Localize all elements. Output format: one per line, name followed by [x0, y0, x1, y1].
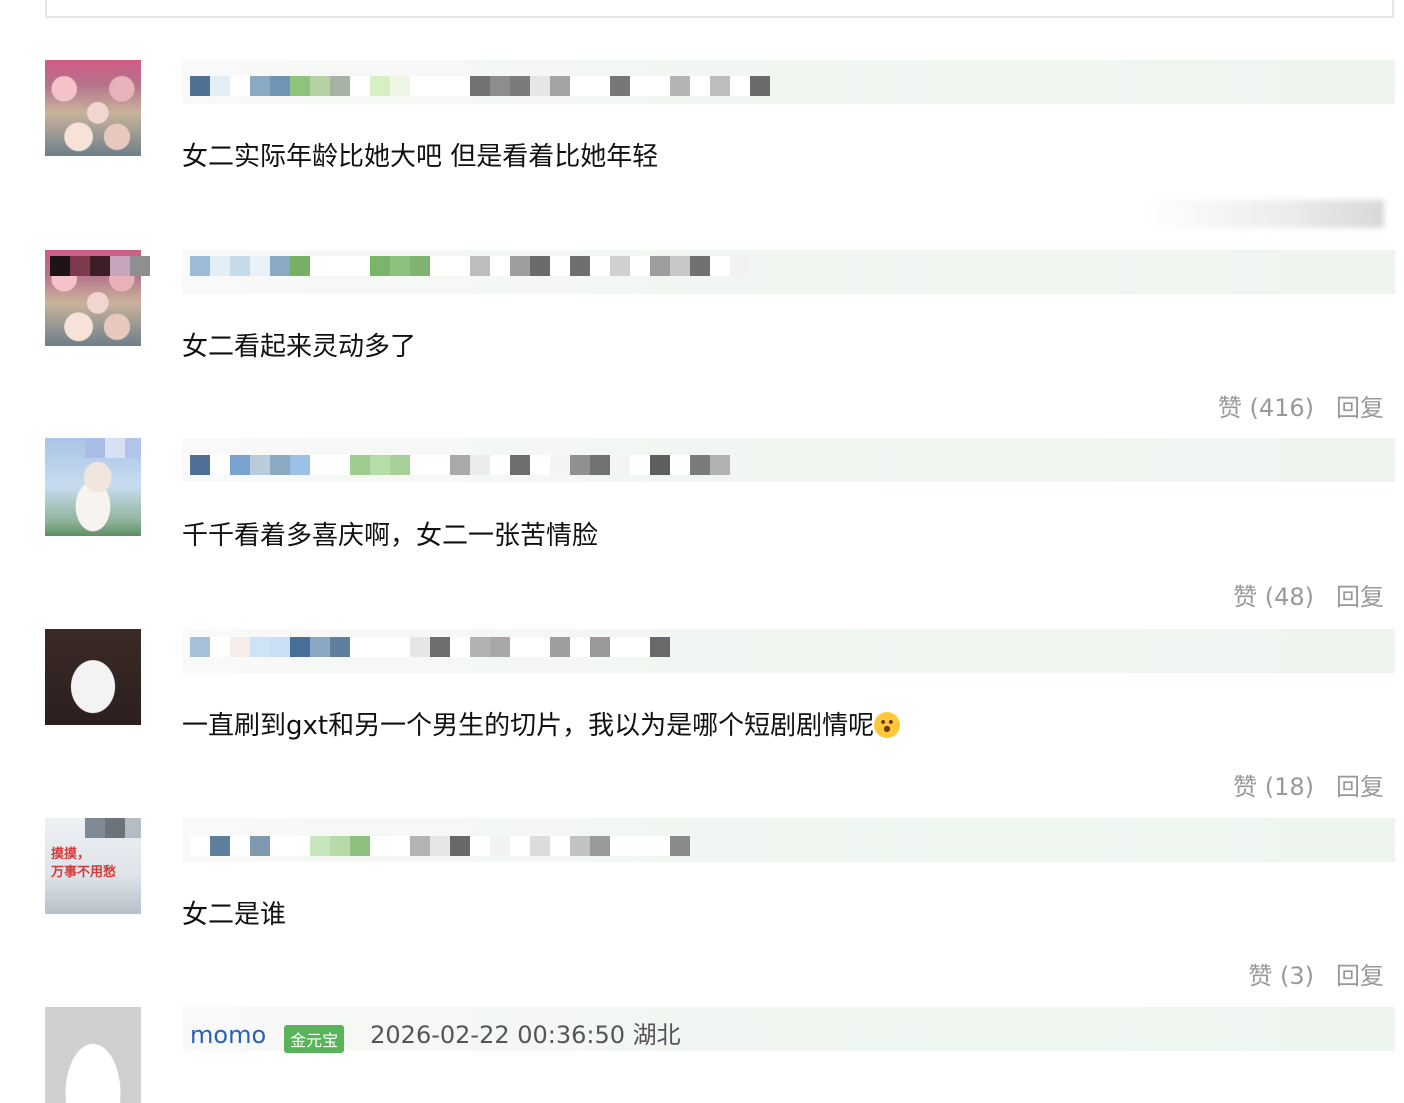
avatar-sign-text: 摸摸， 万事不用愁: [51, 847, 117, 880]
comment-text: 女二是谁: [182, 900, 287, 930]
reply-button[interactable]: 回复: [1336, 767, 1384, 802]
like-button[interactable]: 赞 (48): [1233, 577, 1314, 612]
username-mosaic: [190, 455, 730, 475]
reply-button[interactable]: 回复: [1336, 577, 1384, 612]
user-avatar[interactable]: [45, 629, 141, 725]
comment-actions-redacted: [1144, 200, 1384, 228]
comment-header-redacted: [182, 60, 1395, 104]
comment-actions: 赞 (3) 回复: [1248, 956, 1384, 991]
comment-text: 女二实际年龄比她大吧 但是看着比她年轻: [182, 142, 659, 172]
user-avatar[interactable]: 摸摸， 万事不用愁: [45, 818, 141, 914]
username-mosaic: [190, 76, 770, 96]
avatar-mosaic: [50, 256, 150, 276]
username-link[interactable]: momo: [190, 1021, 266, 1049]
like-button[interactable]: 赞 (3): [1248, 956, 1314, 991]
comment-text: 女二看起来灵动多了: [182, 332, 417, 362]
comment-header-redacted: [182, 250, 1395, 294]
previous-comment-box: [45, 0, 1394, 18]
comment-header-redacted: [182, 818, 1395, 862]
comment-header-redacted: [182, 438, 1395, 482]
like-button[interactable]: 赞 (18): [1233, 767, 1314, 802]
like-button[interactable]: 赞 (416): [1218, 388, 1314, 423]
avatar-mosaic: [85, 438, 141, 458]
username-mosaic: [190, 637, 670, 657]
reply-button[interactable]: 回复: [1336, 956, 1384, 991]
comment-actions: 赞 (416) 回复: [1218, 388, 1384, 423]
comment-header-redacted: [182, 629, 1395, 673]
hushed-face-emoji-icon: [874, 712, 901, 738]
comment-text: 一直刷到gxt和另一个男生的切片，我以为是哪个短剧剧情呢: [182, 709, 901, 743]
user-badge: 金元宝: [284, 1024, 345, 1053]
user-avatar[interactable]: [45, 1007, 141, 1103]
user-avatar[interactable]: [45, 60, 141, 156]
comment-text: 千千看着多喜庆啊，女二一张苦情脸: [182, 521, 599, 551]
comment-header: momo 金元宝 2026-02-22 00:36:50 湖北: [182, 1007, 1395, 1053]
reply-button[interactable]: 回复: [1336, 388, 1384, 423]
comment-text-content: 一直刷到gxt和另一个男生的切片，我以为是哪个短剧剧情呢: [182, 711, 875, 741]
comment-actions: 赞 (48) 回复: [1233, 577, 1384, 612]
comment-meta: 2026-02-22 00:36:50 湖北: [370, 1021, 681, 1049]
username-mosaic: [190, 836, 690, 856]
avatar-mosaic: [85, 818, 141, 838]
user-avatar[interactable]: [45, 438, 141, 536]
comment-actions: 赞 (18) 回复: [1233, 767, 1384, 802]
username-mosaic: [190, 256, 750, 276]
